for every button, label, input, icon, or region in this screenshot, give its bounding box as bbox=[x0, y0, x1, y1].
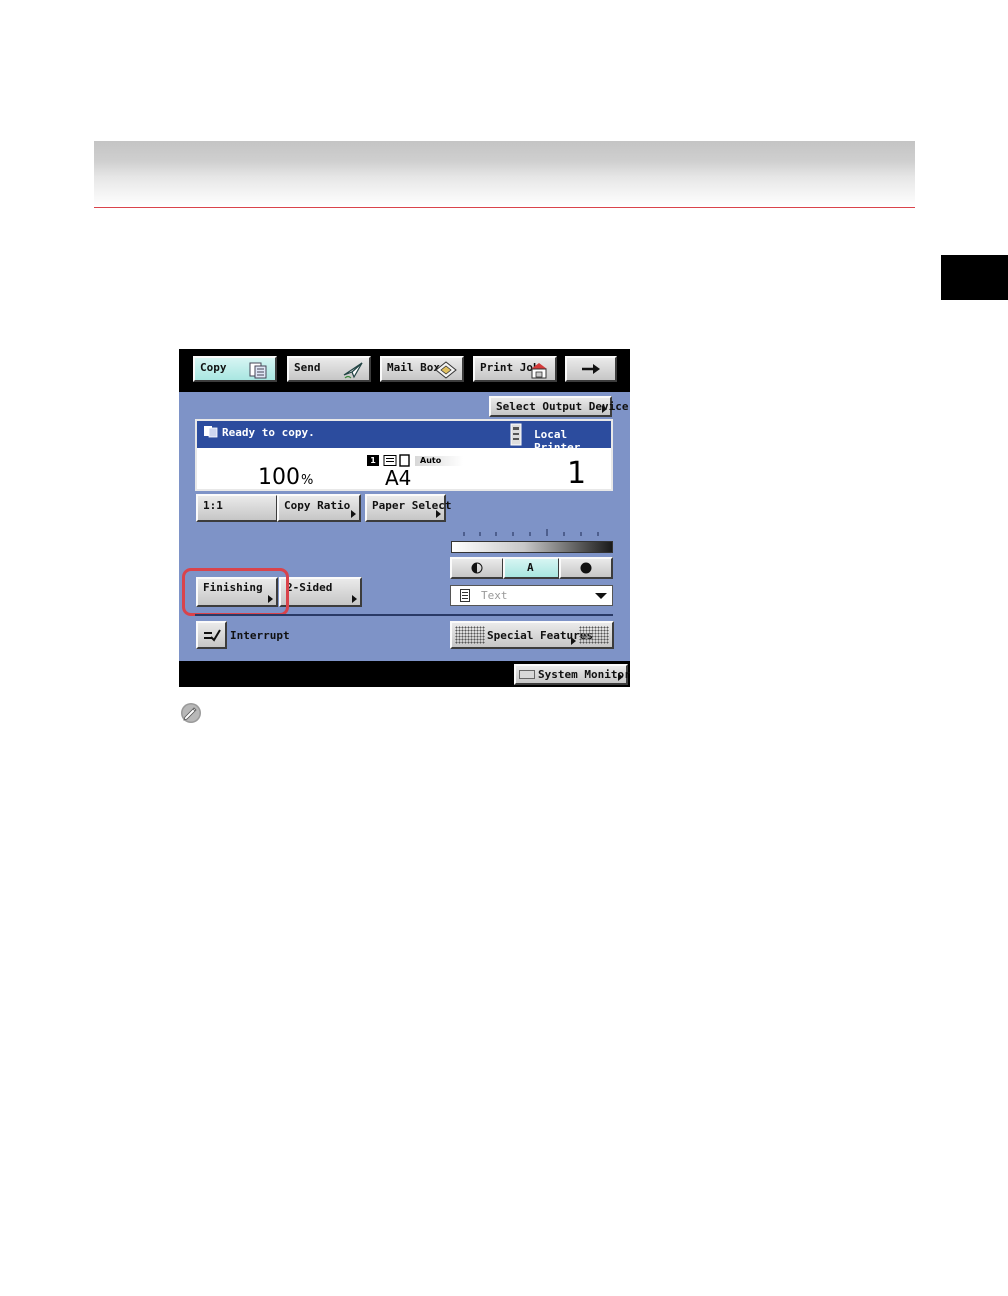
chevron-right-icon bbox=[351, 510, 356, 518]
paper-drawer-badge: 1 bbox=[367, 455, 379, 466]
printer-icon bbox=[510, 423, 522, 446]
send-icon bbox=[343, 362, 363, 379]
panel-top-strip bbox=[179, 389, 630, 392]
paper-select-button[interactable]: Paper Select bbox=[365, 494, 451, 522]
copy-icon bbox=[249, 362, 267, 379]
density-auto-button[interactable]: A bbox=[503, 557, 560, 579]
special-features-button[interactable]: Special Features bbox=[450, 621, 614, 649]
copy-basic-features-screen: Copy Send Mail Box Print Job Select Outp… bbox=[179, 349, 630, 687]
copy-ratio-unit: % bbox=[301, 473, 314, 488]
copy-status-icon bbox=[204, 426, 218, 438]
paper-feed-icon bbox=[383, 455, 397, 466]
interrupt-icon bbox=[204, 629, 221, 642]
tab-mail-box-label: Mail Box bbox=[387, 361, 440, 374]
select-output-device-label: Select Output Device bbox=[496, 400, 629, 413]
tab-copy[interactable]: Copy bbox=[193, 356, 277, 382]
half-circle-light-icon bbox=[471, 562, 483, 574]
section-header-band bbox=[94, 141, 915, 207]
finishing-highlight-ring bbox=[182, 568, 289, 616]
mail-box-icon bbox=[435, 361, 457, 379]
arrow-right-icon bbox=[582, 364, 600, 374]
dropdown-arrow-icon bbox=[595, 593, 607, 599]
image-quality-value: Text bbox=[481, 589, 508, 602]
copy-ratio-button[interactable]: Copy Ratio bbox=[277, 494, 361, 522]
text-document-icon bbox=[460, 589, 470, 602]
tab-send[interactable]: Send bbox=[287, 356, 371, 382]
interrupt-label: Interrupt bbox=[230, 629, 290, 642]
section-header-rule bbox=[94, 207, 915, 208]
tab-mail-box[interactable]: Mail Box bbox=[380, 356, 464, 382]
chevron-right-icon bbox=[602, 405, 607, 413]
copy-quantity: 1 bbox=[567, 456, 587, 491]
one-to-one-button[interactable]: 1:1 bbox=[196, 494, 278, 522]
two-sided-button[interactable]: 2-Sided bbox=[279, 577, 362, 607]
half-circle-dark-icon bbox=[580, 562, 592, 574]
tab-send-label: Send bbox=[294, 361, 321, 374]
dotted-pattern-left-icon bbox=[455, 626, 485, 644]
dotted-pattern-right-icon bbox=[579, 626, 609, 644]
density-gradient-bar bbox=[451, 541, 613, 553]
two-sided-label: 2-Sided bbox=[286, 581, 333, 594]
select-output-device-button[interactable]: Select Output Device bbox=[489, 396, 628, 417]
output-printer-name: Local Printer bbox=[534, 428, 581, 454]
paper-size-value: A4 bbox=[385, 466, 412, 490]
status-message: Ready to copy. bbox=[222, 426, 315, 439]
system-monitor-button[interactable]: System Monitor bbox=[514, 664, 630, 685]
panel-divider bbox=[195, 614, 613, 616]
more-tabs-button[interactable] bbox=[565, 356, 617, 382]
chapter-tab bbox=[941, 255, 1008, 300]
density-scale-ticks bbox=[463, 529, 599, 536]
note-pencil-icon bbox=[181, 703, 201, 723]
system-monitor-label: System Monitor bbox=[538, 668, 630, 681]
image-quality-select[interactable]: Text bbox=[450, 585, 613, 606]
chevron-right-icon bbox=[618, 673, 623, 681]
copy-ratio-label: Copy Ratio bbox=[284, 499, 351, 512]
print-job-icon bbox=[531, 363, 547, 379]
one-to-one-label: 1:1 bbox=[203, 499, 223, 512]
chevron-right-icon bbox=[571, 637, 576, 645]
copy-ratio-value: 100 bbox=[258, 465, 300, 490]
tab-copy-label: Copy bbox=[200, 361, 227, 374]
density-auto-label: A bbox=[527, 561, 534, 574]
monitor-icon bbox=[519, 670, 535, 679]
density-lighter-button[interactable] bbox=[450, 557, 504, 579]
interrupt-button[interactable] bbox=[196, 621, 227, 649]
chevron-right-icon bbox=[436, 510, 441, 518]
density-darker-button[interactable] bbox=[559, 557, 613, 579]
status-bar: Ready to copy. Local Printer bbox=[197, 421, 611, 454]
special-features-label: Special Features bbox=[487, 629, 593, 642]
tab-print-job[interactable]: Print Job bbox=[473, 356, 557, 382]
chevron-right-icon bbox=[352, 595, 357, 603]
paper-auto-label: Auto bbox=[415, 456, 463, 466]
status-display: Ready to copy. Local Printer 100 % 1 Aut… bbox=[195, 419, 613, 491]
